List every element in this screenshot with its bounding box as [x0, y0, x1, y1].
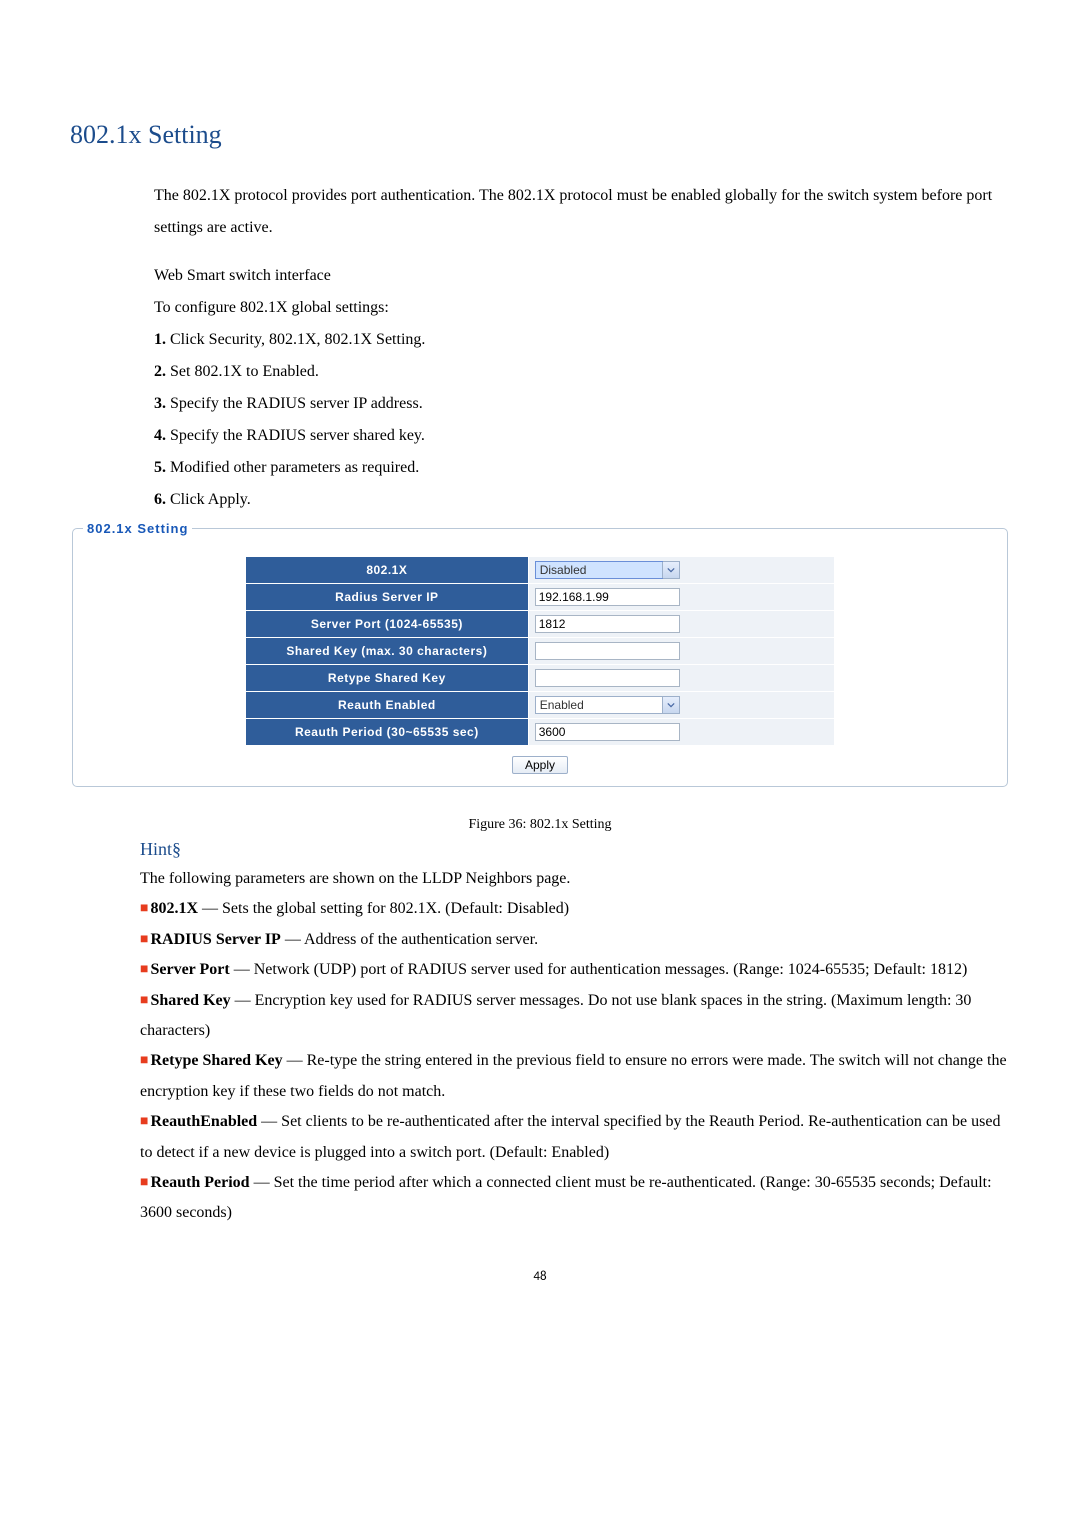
- form-label: Retype Shared Key: [246, 665, 529, 692]
- hint-item: ■Shared Key — Encryption key used for RA…: [140, 986, 1010, 1047]
- step-line: 5. Modified other parameters as required…: [154, 452, 1010, 484]
- bullet-icon: ■: [140, 1175, 148, 1190]
- hint-item: ■Retype Shared Key — Re-type the string …: [140, 1046, 1010, 1107]
- form-label: Reauth Enabled: [246, 692, 529, 719]
- form-label: Shared Key (max. 30 characters): [246, 638, 529, 665]
- step-line: 2. Set 802.1X to Enabled.: [154, 356, 1010, 388]
- hint-term: Server Port: [150, 961, 229, 978]
- hint-term: ReauthEnabled: [150, 1113, 257, 1130]
- step-line: 6. Click Apply.: [154, 484, 1010, 516]
- text-input[interactable]: [535, 669, 680, 687]
- hint-item: ■RADIUS Server IP — Address of the authe…: [140, 925, 1010, 955]
- form-field-cell: [528, 584, 834, 611]
- form-label: Server Port (1024-65535): [246, 611, 529, 638]
- hint-heading: Hint§: [140, 839, 1010, 860]
- hint-term: RADIUS Server IP: [150, 931, 280, 948]
- bullet-icon: ■: [140, 932, 148, 947]
- step-line: 1. Click Security, 802.1X, 802.1X Settin…: [154, 324, 1010, 356]
- form-label: Radius Server IP: [246, 584, 529, 611]
- text-input[interactable]: [535, 615, 680, 633]
- chevron-down-icon[interactable]: [662, 562, 679, 578]
- form-row: Radius Server IP: [246, 584, 835, 611]
- step-line: 4. Specify the RADIUS server shared key.: [154, 420, 1010, 452]
- form-label: Reauth Period (30~65535 sec): [246, 719, 529, 746]
- bullet-icon: ■: [140, 1114, 148, 1129]
- hint-term: Retype Shared Key: [150, 1052, 282, 1069]
- hint-item: ■802.1X — Sets the global setting for 80…: [140, 894, 1010, 924]
- bullet-icon: ■: [140, 962, 148, 977]
- select-value: Disabled: [536, 562, 662, 578]
- select-dropdown[interactable]: Enabled: [535, 696, 680, 714]
- hint-term: 802.1X: [150, 900, 198, 917]
- form-row: 802.1X Disabled: [246, 557, 835, 584]
- form-field-cell: Enabled: [528, 692, 834, 719]
- step-line: 3. Specify the RADIUS server IP address.: [154, 388, 1010, 420]
- hints-intro: The following parameters are shown on th…: [140, 864, 1010, 894]
- bullet-icon: ■: [140, 1053, 148, 1068]
- text-input[interactable]: [535, 723, 680, 741]
- form-field-cell: [528, 719, 834, 746]
- form-field-cell: [528, 665, 834, 692]
- form-field-cell: [528, 611, 834, 638]
- hint-term: Shared Key: [150, 992, 230, 1009]
- intro-text: The 802.1X protocol provides port authen…: [154, 180, 1010, 244]
- page-number: 48: [70, 1269, 1010, 1284]
- hint-item: ■Reauth Period — Set the time period aft…: [140, 1168, 1010, 1229]
- form-field-cell: Disabled: [528, 557, 834, 584]
- text-input[interactable]: [535, 642, 680, 660]
- config-line: To configure 802.1X global settings:: [154, 292, 1010, 324]
- form-label: 802.1X: [246, 557, 529, 584]
- figure-caption: Figure 36: 802.1x Setting: [70, 817, 1010, 833]
- hint-item: ■ReauthEnabled — Set clients to be re-au…: [140, 1107, 1010, 1168]
- form-row: Retype Shared Key: [246, 665, 835, 692]
- select-value: Enabled: [536, 697, 662, 713]
- text-input[interactable]: [535, 588, 680, 606]
- settings-table: 802.1X Disabled Radius Server IPServer Por…: [245, 556, 835, 746]
- section-heading: 802.1x Setting: [70, 120, 1010, 150]
- chevron-down-icon[interactable]: [662, 697, 679, 713]
- form-row: Reauth Period (30~65535 sec): [246, 719, 835, 746]
- form-field-cell: [528, 638, 834, 665]
- fieldset-legend: 802.1x Setting: [83, 521, 192, 536]
- hint-term: Reauth Period: [150, 1174, 249, 1191]
- form-row: Shared Key (max. 30 characters): [246, 638, 835, 665]
- select-dropdown[interactable]: Disabled: [535, 561, 680, 579]
- interface-line: Web Smart switch interface: [154, 260, 1010, 292]
- form-row: Server Port (1024-65535): [246, 611, 835, 638]
- bullet-icon: ■: [140, 901, 148, 916]
- apply-button[interactable]: Apply: [512, 756, 568, 774]
- settings-fieldset: 802.1x Setting 802.1X Disabled Radius Serv…: [72, 521, 1008, 787]
- form-row: Reauth Enabled Enabled: [246, 692, 835, 719]
- bullet-icon: ■: [140, 993, 148, 1008]
- hint-item: ■Server Port — Network (UDP) port of RAD…: [140, 955, 1010, 985]
